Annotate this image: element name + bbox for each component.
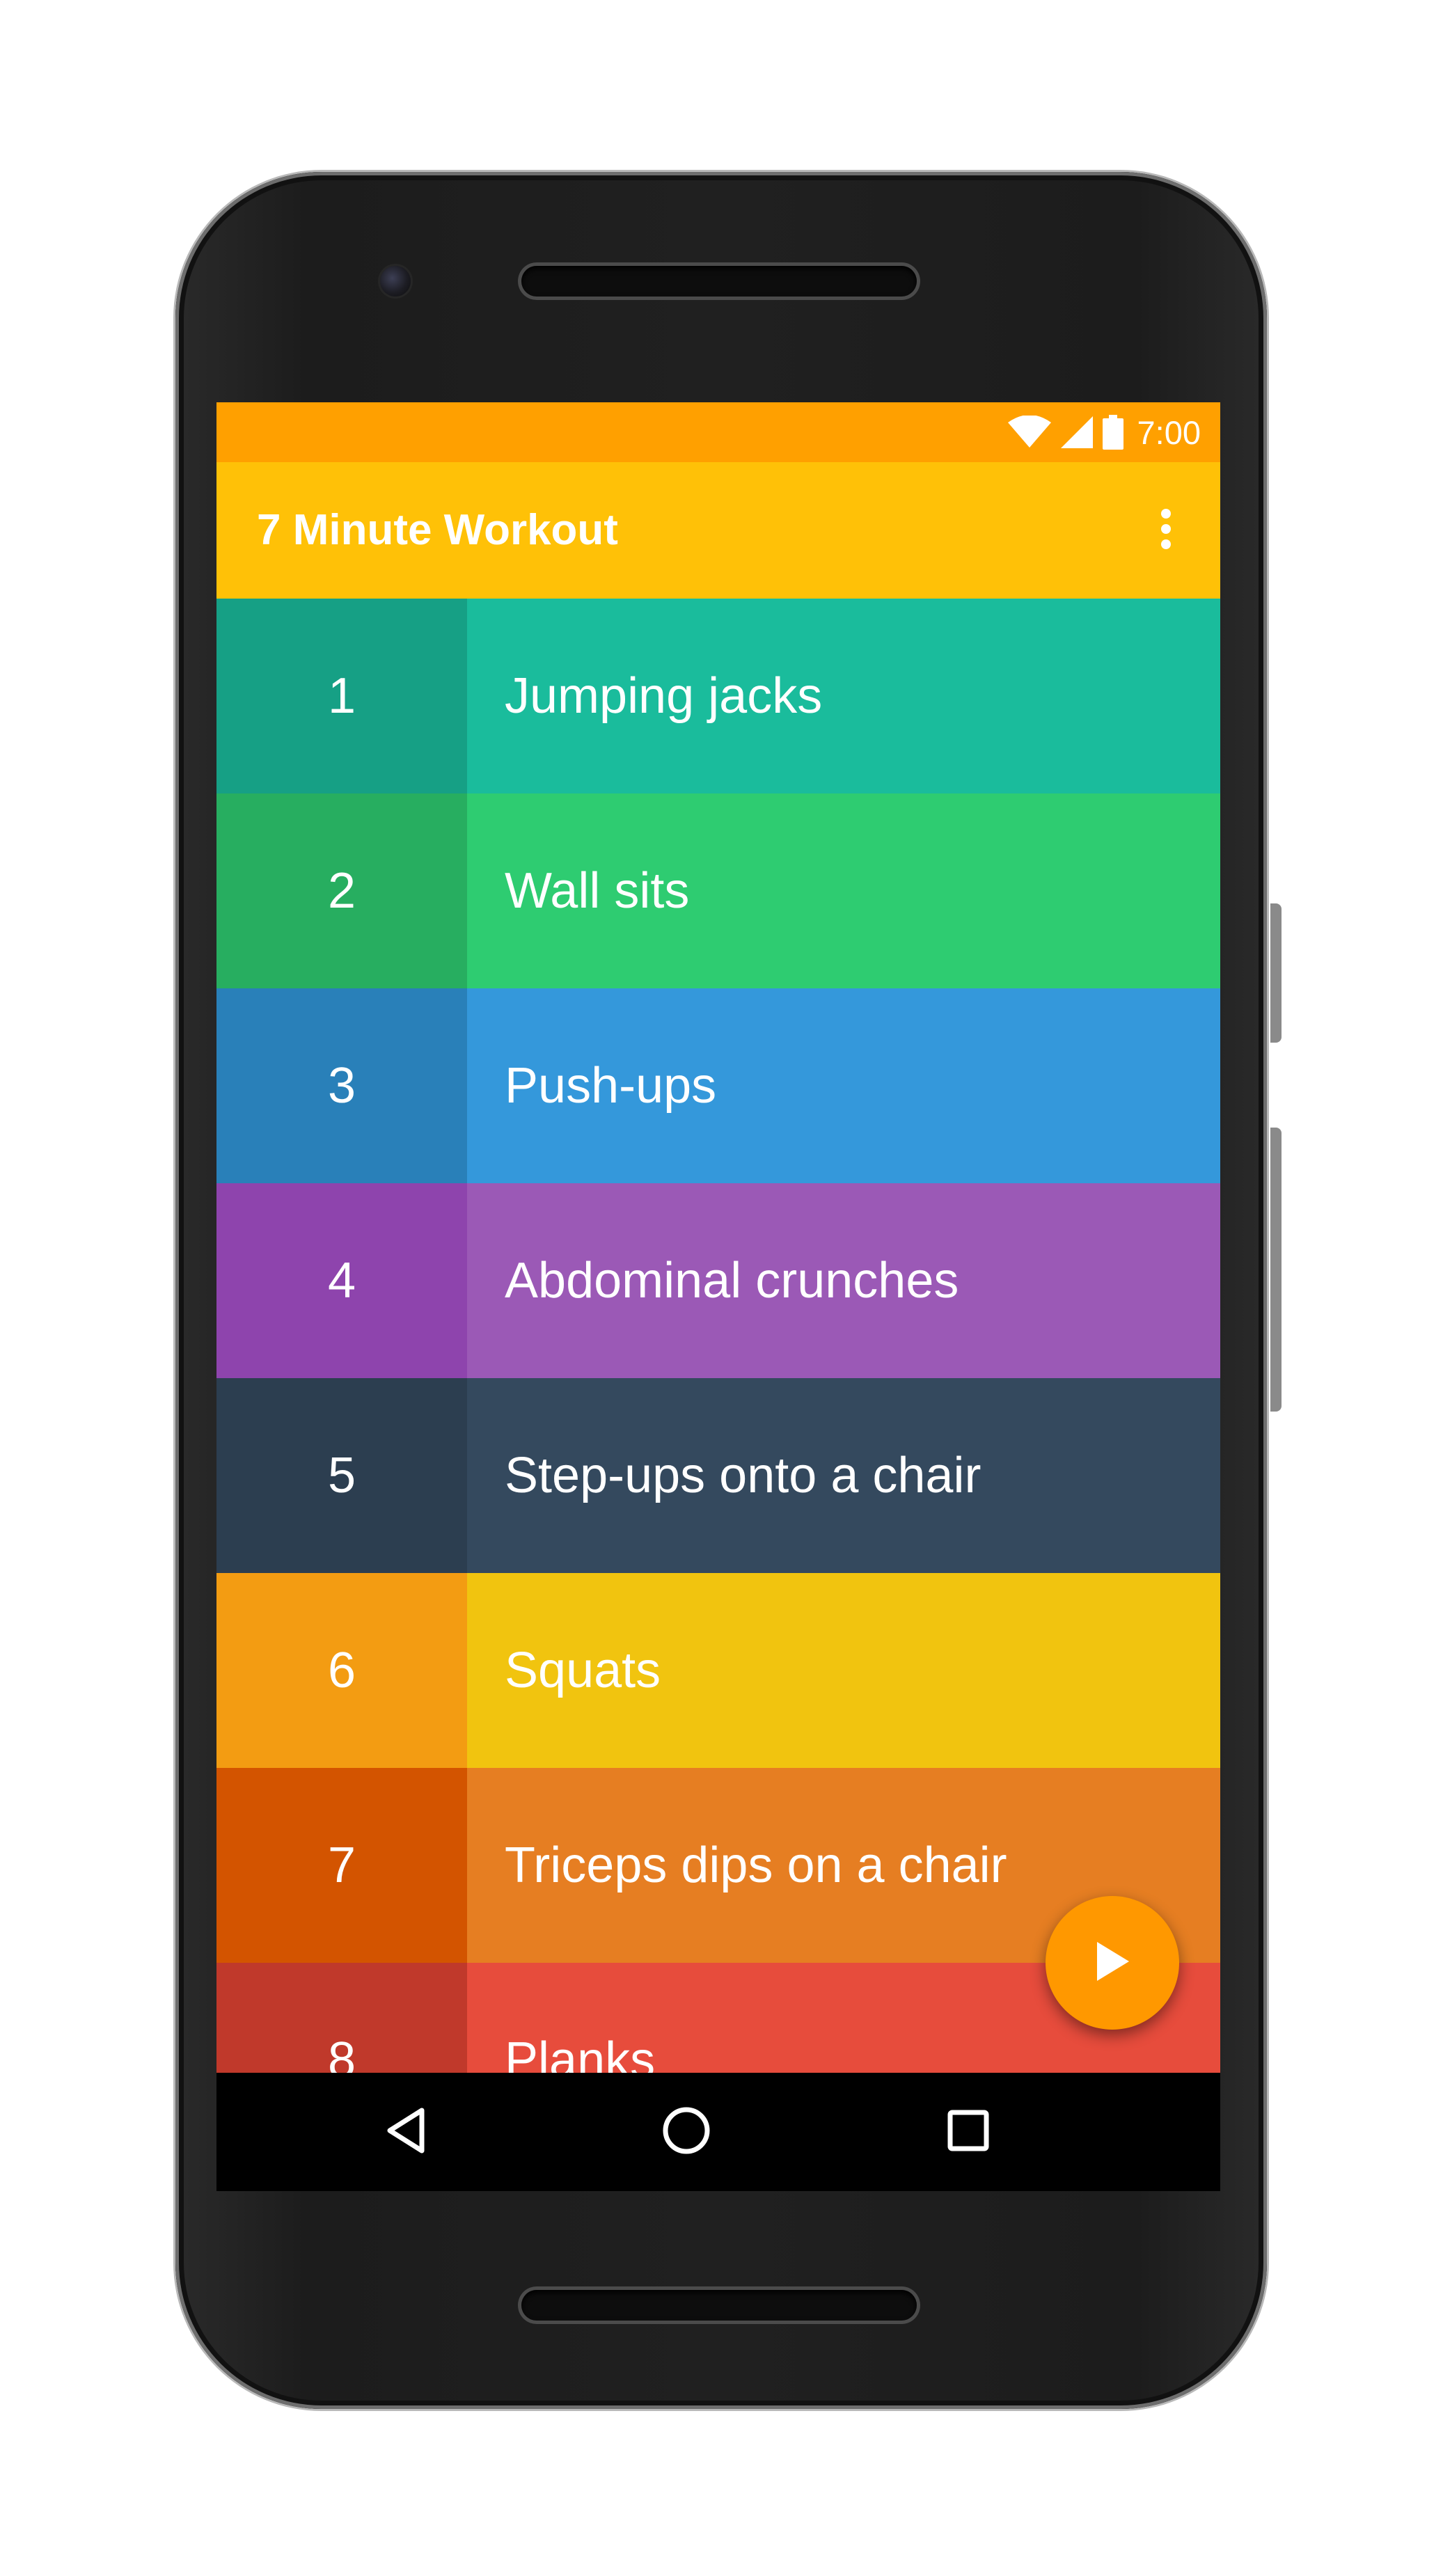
signal-icon bbox=[1060, 416, 1093, 448]
back-button[interactable] bbox=[371, 2097, 441, 2167]
exercise-row[interactable]: 4 Abdominal crunches bbox=[216, 1183, 1220, 1378]
exercise-row[interactable]: 6 Squats bbox=[216, 1573, 1220, 1768]
back-icon bbox=[386, 2108, 426, 2157]
front-camera bbox=[380, 266, 411, 297]
exercise-name: Jumping jacks bbox=[467, 599, 1220, 793]
exercise-number: 6 bbox=[216, 1573, 467, 1768]
navigation-bar bbox=[216, 2073, 1220, 2191]
bottom-speaker-grille bbox=[521, 2290, 917, 2321]
exercise-row[interactable]: 5 Step-ups onto a chair bbox=[216, 1378, 1220, 1573]
home-icon bbox=[662, 2106, 711, 2158]
exercise-row[interactable]: 1 Jumping jacks bbox=[216, 599, 1220, 793]
overflow-menu-button[interactable] bbox=[1138, 503, 1194, 558]
wifi-icon bbox=[1007, 416, 1051, 449]
top-speaker-grille bbox=[521, 266, 917, 297]
exercise-name: Abdominal crunches bbox=[467, 1183, 1220, 1378]
status-icons: 7:00 bbox=[1007, 413, 1201, 451]
app-title: 7 Minute Workout bbox=[257, 506, 618, 554]
exercise-name: Wall sits bbox=[467, 793, 1220, 988]
power-button bbox=[1270, 903, 1282, 1043]
volume-rocker bbox=[1270, 1128, 1282, 1412]
more-vert-icon bbox=[1160, 508, 1172, 553]
exercise-number: 1 bbox=[216, 599, 467, 793]
exercise-name: Push-ups bbox=[467, 988, 1220, 1183]
exercise-number: 5 bbox=[216, 1378, 467, 1573]
status-clock: 7:00 bbox=[1137, 413, 1201, 451]
exercise-number: 3 bbox=[216, 988, 467, 1183]
exercise-number: 2 bbox=[216, 793, 467, 988]
exercise-number: 8 bbox=[216, 1963, 467, 2073]
home-button[interactable] bbox=[652, 2097, 721, 2167]
recents-button[interactable] bbox=[933, 2097, 1003, 2167]
exercise-row[interactable]: 3 Push-ups bbox=[216, 988, 1220, 1183]
recents-icon bbox=[947, 2110, 989, 2155]
exercise-name: Step-ups onto a chair bbox=[467, 1378, 1220, 1573]
exercise-list: 1 Jumping jacks 2 Wall sits 3 Push-ups 4 Abdomi… bbox=[216, 599, 1220, 2073]
exercise-number: 4 bbox=[216, 1183, 467, 1378]
battery-icon bbox=[1102, 415, 1123, 450]
status-bar: 7:00 bbox=[216, 402, 1220, 462]
screen: 7:00 7 Minute Workout 1 Jumping jacks 2 Wal… bbox=[216, 402, 1220, 2191]
app-toolbar: 7 Minute Workout bbox=[216, 462, 1220, 599]
play-icon bbox=[1093, 1941, 1132, 1986]
start-workout-fab[interactable] bbox=[1046, 1896, 1179, 2030]
exercise-number: 7 bbox=[216, 1768, 467, 1963]
exercise-row[interactable]: 2 Wall sits bbox=[216, 793, 1220, 988]
exercise-name: Squats bbox=[467, 1573, 1220, 1768]
